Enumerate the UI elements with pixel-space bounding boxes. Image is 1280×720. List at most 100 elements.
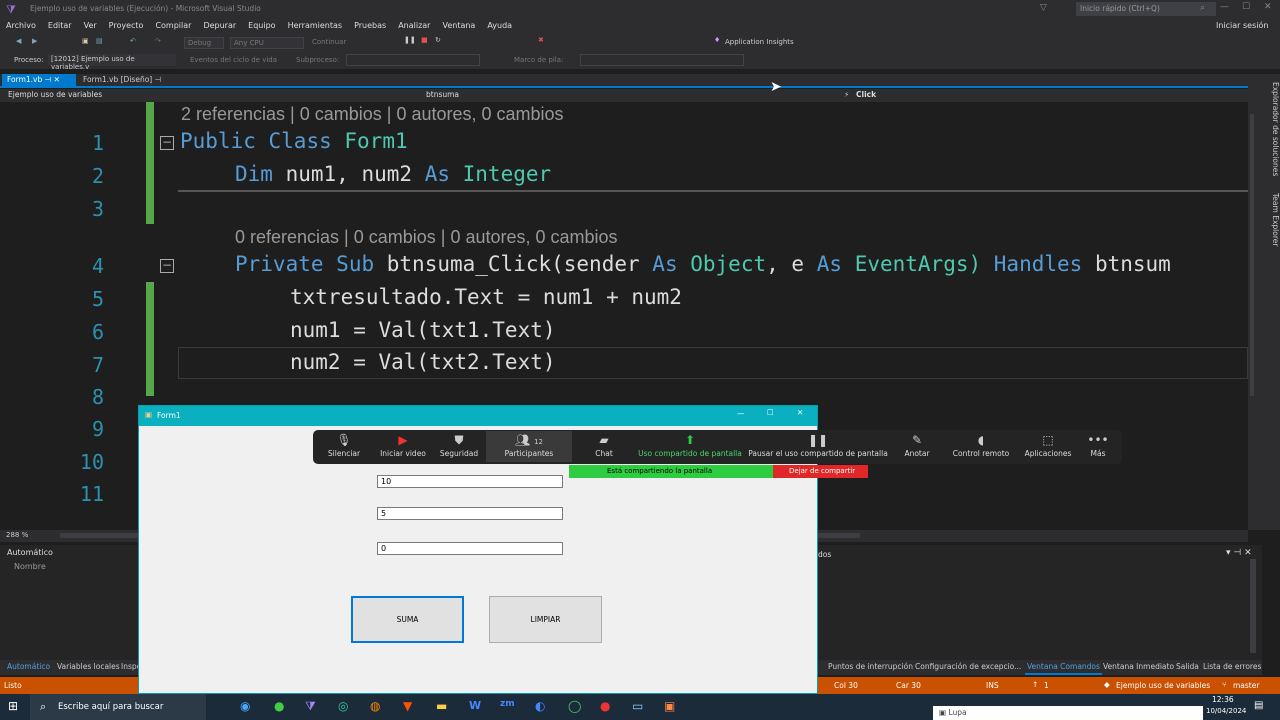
events-button[interactable]: Eventos del ciclo de vida — [190, 56, 277, 64]
txtresultado-input[interactable]: 0 — [377, 542, 563, 555]
open-icon[interactable]: ▣ — [82, 37, 89, 45]
stop-icon[interactable]: ■ — [421, 36, 428, 44]
tab-locals[interactable]: Variables locales — [57, 662, 120, 671]
txt1-input[interactable]: 10 — [377, 475, 563, 488]
menu-analizar[interactable]: Analizar — [392, 19, 436, 32]
redo-icon[interactable]: ↷ — [155, 37, 161, 45]
app-circle-icon[interactable]: ◐ — [535, 699, 545, 713]
windows-start-icon[interactable]: ⊞ — [8, 699, 18, 713]
app-visualstudio-icon[interactable]: ⧩ — [305, 699, 316, 714]
app-brave-icon[interactable]: ▼ — [403, 699, 412, 713]
tab-command-window[interactable]: Ventana Comandos — [1025, 660, 1102, 675]
app-form-icon[interactable]: ▣ — [664, 699, 675, 713]
chat-button[interactable]: ▰ Chat — [569, 433, 639, 458]
menu-ayuda[interactable]: Ayuda — [481, 19, 518, 32]
txt2-input[interactable]: 5 — [377, 507, 563, 520]
minimize-button[interactable]: — — [1220, 2, 1229, 12]
app-window-icon[interactable]: ▭ — [632, 699, 643, 713]
participants-button[interactable]: 👥︎ 12 Participantes — [486, 431, 572, 462]
pin-icon[interactable]: ⊣ — [155, 75, 162, 84]
tab-error-list[interactable]: Lista de errores — [1203, 662, 1261, 671]
app-firefox-icon[interactable]: ◍ — [370, 699, 380, 713]
pin-icon[interactable]: ⊣ — [45, 75, 52, 84]
tab-exceptions[interactable]: Configuración de excepcio... — [915, 662, 1021, 671]
menu-equipo[interactable]: Equipo — [242, 19, 281, 32]
suma-button[interactable]: SUMA — [351, 596, 464, 643]
menu-depurar[interactable]: Depurar — [197, 19, 242, 32]
maximize-button[interactable]: ☐ — [1242, 2, 1250, 12]
menu-editar[interactable]: Editar — [42, 19, 78, 32]
pause-icon[interactable]: ❚❚ — [404, 36, 416, 44]
tab-breakpoints[interactable]: Puntos de interrupción — [828, 662, 913, 671]
process-select[interactable]: [12012] Ejemplo uso de variables.v — [48, 54, 176, 71]
clock-time[interactable]: 12:36 — [1212, 695, 1234, 704]
pause-share-button[interactable]: ❚❚ Pausar el uso compartido de pantalla — [748, 433, 888, 458]
team-explorer-tab[interactable]: Team Explorer — [1271, 193, 1280, 246]
subprocess-select[interactable] — [346, 54, 480, 66]
pane-options-icon[interactable]: ▾ ⊣ ✕ — [1226, 548, 1252, 558]
tab-immediate[interactable]: Ventana Inmediato — [1103, 662, 1174, 671]
app-word-icon[interactable]: W — [469, 699, 481, 712]
collapse-icon[interactable]: − — [160, 259, 174, 273]
continue-button[interactable]: Continuar — [312, 38, 346, 46]
branch-name[interactable]: master — [1233, 681, 1259, 690]
more-button[interactable]: ••• Más — [1063, 433, 1133, 458]
form-minimize-button[interactable]: — — [737, 409, 745, 418]
app-folder-icon[interactable]: ▬ — [436, 699, 447, 713]
notifications-icon[interactable]: ▤ — [1254, 700, 1263, 711]
close-tab-icon[interactable]: ✕ — [54, 75, 60, 84]
collapse-icon[interactable]: − — [160, 136, 174, 150]
menu-archivo[interactable]: Archivo — [0, 19, 42, 32]
menu-ventana[interactable]: Ventana — [436, 19, 481, 32]
tab-form1-vb[interactable]: Form1.vb ⊣ ✕ — [2, 74, 76, 87]
close-button[interactable]: ✕ — [1264, 2, 1272, 12]
pane-scrollbar[interactable] — [1250, 559, 1256, 653]
menu-pruebas[interactable]: Pruebas — [348, 19, 392, 32]
menu-compilar[interactable]: Compilar — [149, 19, 197, 32]
insights-button[interactable]: Application Insights — [725, 38, 794, 46]
undo-icon[interactable]: ↶ — [130, 37, 136, 45]
menu-ver[interactable]: Ver — [78, 19, 103, 32]
magnifier-window[interactable]: ▣ Lupa — [933, 706, 1203, 720]
signin-link[interactable]: Iniciar sesión — [1210, 19, 1274, 32]
repo-name[interactable]: Ejemplo uso de variables — [1116, 681, 1210, 690]
codelens-class[interactable]: 2 referencias | 0 cambios | 0 autores, 0… — [181, 104, 564, 125]
stack-select[interactable] — [580, 54, 744, 66]
annotate-button[interactable]: ✎ Anotar — [882, 433, 952, 458]
forward-icon[interactable]: ▶ — [32, 37, 37, 45]
filter-icon[interactable]: ▽ — [1040, 3, 1047, 13]
quick-launch-input[interactable]: Inicio rápido (Ctrl+Q) — [1076, 2, 1216, 16]
platform-select[interactable]: Any CPU — [230, 37, 304, 49]
project-nav[interactable]: Ejemplo uso de variables — [8, 90, 102, 99]
share-screen-button[interactable]: ⬆ Uso compartido de pantalla — [637, 433, 743, 458]
remote-control-button[interactable]: ◖ Control remoto — [946, 433, 1016, 458]
app-red-icon[interactable]: ● — [600, 699, 610, 713]
app-zoom-icon[interactable]: zm — [500, 699, 515, 709]
tab-output[interactable]: Salida — [1176, 662, 1199, 671]
limpiar-button[interactable]: LIMPIAR — [489, 596, 602, 643]
clock-date[interactable]: 10/04/2024 — [1206, 707, 1246, 715]
form-maximize-button[interactable]: ☐ — [767, 408, 774, 417]
form-close-button[interactable]: ✕ — [797, 408, 803, 417]
vertical-scrollbar[interactable] — [1250, 114, 1254, 396]
search-icon[interactable]: ⌕ — [1200, 3, 1205, 13]
push-count[interactable]: 1 — [1044, 681, 1049, 690]
menu-herramientas[interactable]: Herramientas — [282, 19, 349, 32]
object-nav[interactable]: btnsuma — [426, 90, 459, 99]
breakpoint-icon[interactable]: ✖ — [538, 36, 544, 44]
app-vscode-icon[interactable]: ◎ — [338, 699, 348, 713]
app-whatsapp-icon[interactable]: ◯ — [568, 699, 581, 713]
solution-explorer-tab[interactable]: Explorador de soluciones — [1271, 82, 1280, 176]
security-button[interactable]: ⛊ Seguridad — [424, 433, 494, 458]
back-icon[interactable]: ◀ — [16, 37, 21, 45]
menu-proyecto[interactable]: Proyecto — [103, 19, 150, 32]
tab-form1-design[interactable]: Form1.vb [Diseño] ⊣ — [78, 74, 168, 87]
config-select[interactable]: Debug — [184, 37, 224, 49]
app-edge-icon[interactable]: ◉ — [240, 699, 250, 713]
codelens-method[interactable]: 0 referencias | 0 cambios | 0 autores, 0… — [235, 227, 618, 248]
tab-autos[interactable]: Automático — [7, 662, 50, 671]
zoom-level[interactable]: 288 % — [6, 531, 28, 539]
stop-share-button[interactable]: Dejar de compartir — [773, 465, 868, 478]
app-green-icon[interactable]: ● — [274, 699, 284, 713]
taskbar-search[interactable]: ⌕ Escribe aquí para buscar — [30, 694, 206, 720]
